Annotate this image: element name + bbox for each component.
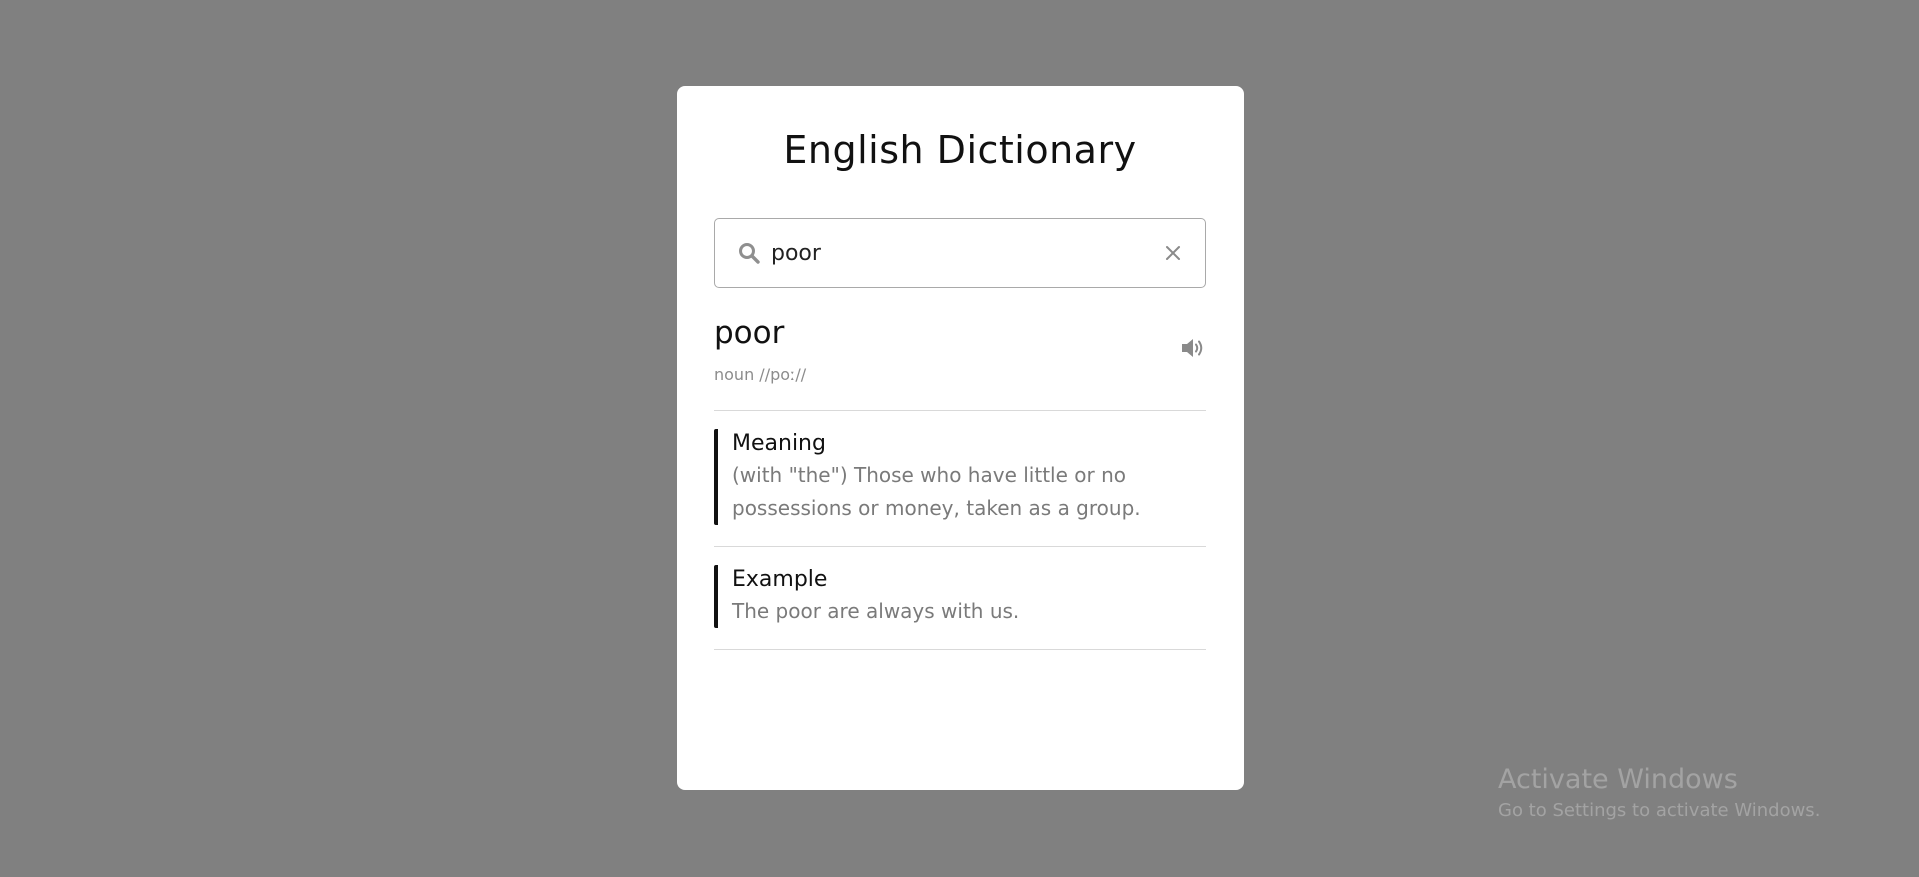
page: English Dictionary poor noun //p <box>0 0 1919 877</box>
watermark-title: Activate Windows <box>1498 764 1738 795</box>
speaker-icon[interactable] <box>1180 335 1206 361</box>
close-icon[interactable] <box>1161 241 1185 265</box>
search-icon <box>736 240 762 266</box>
example-section: Example The poor are always with us. <box>714 547 1206 649</box>
app-title: English Dictionary <box>783 128 1137 172</box>
windows-activation-watermark: Activate Windows Go to Settings to activ… <box>1498 763 1820 823</box>
search-input[interactable] <box>771 233 1161 273</box>
word-phonetic: noun //poː// <box>714 365 807 384</box>
example-heading: Example <box>732 567 828 592</box>
watermark-subtitle: Go to Settings to activate Windows. <box>1498 800 1821 821</box>
word-title: poor <box>714 315 785 351</box>
divider <box>714 649 1206 650</box>
search-box[interactable] <box>714 218 1206 288</box>
dictionary-card: English Dictionary poor noun //p <box>677 86 1244 790</box>
meaning-section: Meaning (with "the") Those who have litt… <box>714 411 1206 546</box>
meaning-heading: Meaning <box>732 431 826 456</box>
example-text: The poor are always with us. <box>732 599 1020 623</box>
meaning-text: (with "the") Those who have little or no… <box>732 463 1141 520</box>
word-header: poor noun //poː// <box>714 315 1206 410</box>
